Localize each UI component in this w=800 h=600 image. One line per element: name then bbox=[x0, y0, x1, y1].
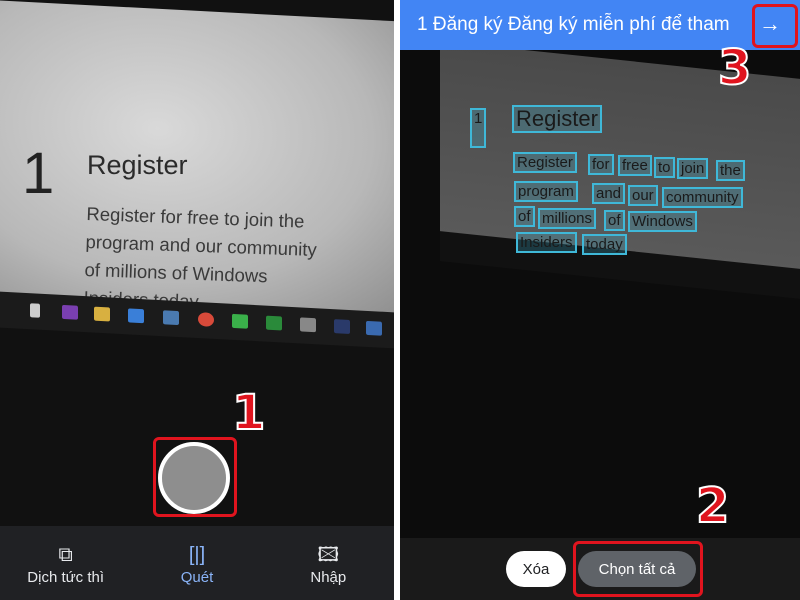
detected-word[interactable]: program bbox=[514, 181, 578, 202]
detected-word[interactable]: Register bbox=[513, 152, 577, 173]
detected-word[interactable]: join bbox=[677, 158, 709, 179]
translation-text: 1 Đăng ký Đăng ký miễn phí để tham bbox=[417, 14, 730, 35]
detected-word[interactable]: of bbox=[514, 206, 535, 227]
detected-word[interactable]: Insiders bbox=[516, 232, 577, 253]
bottom-nav: ⧉ Dịch tức thì [|] Quét 🖾 Nhập bbox=[0, 526, 394, 600]
zoom-icon bbox=[300, 317, 316, 333]
clear-button[interactable]: Xóa bbox=[506, 551, 566, 587]
camera-text-heading: Register bbox=[87, 150, 188, 180]
import-image-icon: 🖾 bbox=[317, 543, 340, 566]
detected-word[interactable]: free bbox=[618, 155, 652, 176]
nav-instant-translate[interactable]: ⧉ Dịch tức thì bbox=[6, 541, 126, 586]
annotation-box-shutter bbox=[153, 437, 237, 517]
detected-word[interactable]: millions bbox=[538, 208, 597, 229]
instant-translate-icon: ⧉ bbox=[58, 543, 73, 566]
detected-word[interactable]: Windows bbox=[628, 211, 697, 232]
annotation-box-select-all bbox=[573, 541, 703, 597]
detected-word[interactable]: community bbox=[662, 187, 743, 208]
camera-text-number: 1 bbox=[22, 141, 55, 206]
nav-import[interactable]: 🖾 Nhập bbox=[268, 541, 388, 586]
annotation-number-2: 2 bbox=[695, 477, 730, 535]
right-screenshot: 1 Register Register for free to join the… bbox=[400, 0, 800, 600]
nav-label: Quét bbox=[180, 568, 214, 586]
detected-word[interactable]: the bbox=[716, 160, 745, 181]
detected-word[interactable]: to bbox=[654, 157, 675, 178]
bottom-actions: Xóa Chọn tất cả bbox=[400, 538, 800, 600]
nav-label: Dịch tức thì bbox=[27, 568, 105, 586]
app-icon bbox=[163, 310, 179, 326]
detected-word[interactable]: today bbox=[582, 234, 627, 255]
left-screenshot: 1 Register Register for free to join the… bbox=[0, 0, 394, 600]
windows-icon bbox=[30, 303, 40, 318]
excel-icon bbox=[266, 315, 282, 331]
skype-icon bbox=[366, 320, 382, 336]
detected-word[interactable]: and bbox=[592, 183, 626, 204]
photoshop-icon bbox=[334, 319, 350, 335]
annotation-number-3: 3 bbox=[717, 39, 752, 97]
annotation-box-arrow bbox=[752, 4, 798, 48]
detected-word[interactable]: Register bbox=[512, 105, 602, 133]
onenote-icon bbox=[62, 304, 78, 320]
detected-word[interactable]: our bbox=[628, 185, 658, 206]
todo-icon bbox=[128, 308, 144, 324]
detected-word[interactable]: 1 bbox=[470, 108, 486, 148]
nav-label: Nhập bbox=[310, 568, 347, 586]
detected-word[interactable]: for bbox=[588, 154, 614, 175]
chrome-icon bbox=[198, 312, 214, 327]
folder-icon bbox=[94, 306, 110, 322]
detected-word[interactable]: of bbox=[604, 210, 625, 231]
line-icon bbox=[232, 313, 248, 329]
nav-scan[interactable]: [|] Quét bbox=[137, 541, 257, 586]
annotation-number-1: 1 bbox=[231, 384, 266, 442]
scan-icon: [|] bbox=[188, 543, 206, 566]
